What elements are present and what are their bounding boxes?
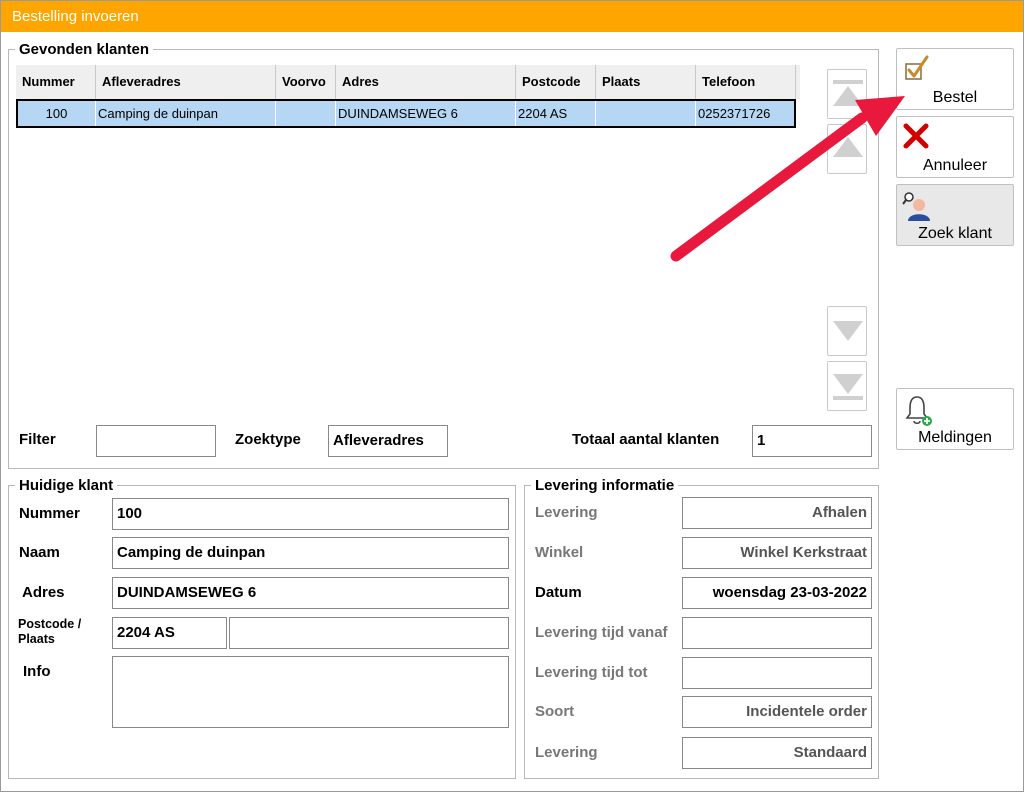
red-arrow-annotation (670, 96, 905, 262)
